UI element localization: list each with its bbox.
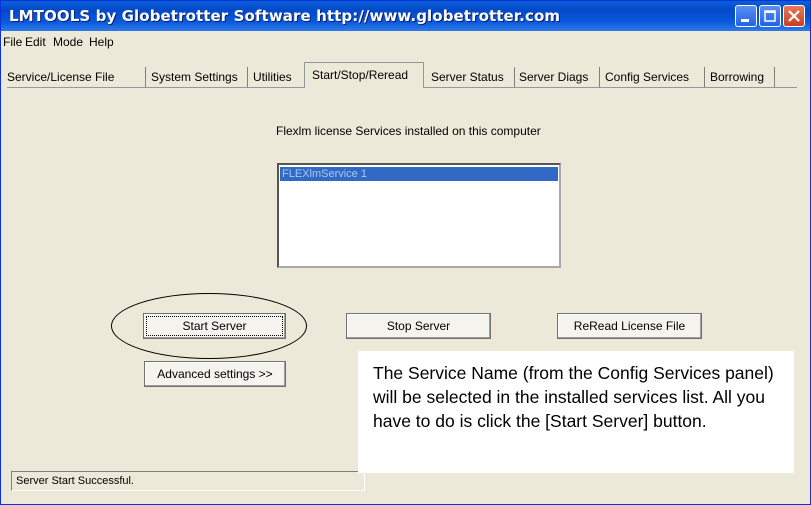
tab-utilities[interactable]: Utilities xyxy=(253,67,292,87)
service-list-item[interactable]: FLEXlmService 1 xyxy=(280,167,558,181)
title-bar[interactable]: LMTOOLS by Globetrotter Software http://… xyxy=(1,1,810,31)
services-heading: Flexlm license Services installed on thi… xyxy=(276,124,541,138)
advanced-settings-button[interactable]: Advanced settings >> xyxy=(144,361,286,387)
maximize-button[interactable] xyxy=(759,5,781,27)
tab-start-stop-reread[interactable]: Start/Stop/Reread xyxy=(304,62,424,88)
tab-borrowing[interactable]: Borrowing xyxy=(710,67,764,87)
menu-help[interactable]: Help xyxy=(89,35,114,49)
tab-server-diags[interactable]: Server Diags xyxy=(519,67,588,87)
menu-bar: File Edit Mode Help xyxy=(1,32,810,52)
reread-license-label: ReRead License File xyxy=(573,319,686,333)
tab-service-license-file[interactable]: Service/License File xyxy=(7,67,114,87)
close-icon xyxy=(788,10,800,22)
tab-start-stop-reread-label: Start/Stop/Reread xyxy=(312,68,409,82)
menu-edit[interactable]: Edit xyxy=(25,35,46,49)
start-server-label: Start Server xyxy=(182,319,247,333)
tab-system-settings[interactable]: System Settings xyxy=(151,67,238,87)
start-server-button[interactable]: Start Server xyxy=(143,313,286,339)
services-listbox[interactable]: FLEXlmService 1 xyxy=(277,163,561,268)
callout-text: The Service Name (from the Config Servic… xyxy=(373,363,774,431)
status-bar: Server Start Successful. xyxy=(11,471,365,491)
maximize-icon xyxy=(764,10,776,22)
menu-file[interactable]: File xyxy=(3,35,22,49)
tab-config-services[interactable]: Config Services xyxy=(605,67,689,87)
reread-license-button[interactable]: ReRead License File xyxy=(557,313,702,339)
window-title: LMTOOLS by Globetrotter Software http://… xyxy=(9,7,561,25)
menu-mode[interactable]: Mode xyxy=(53,35,83,49)
status-text: Server Start Successful. xyxy=(16,475,134,487)
stop-server-label: Stop Server xyxy=(386,319,451,333)
minimize-icon xyxy=(741,19,749,22)
close-button[interactable] xyxy=(783,5,805,27)
tab-server-status[interactable]: Server Status xyxy=(431,67,504,87)
lmtools-window: LMTOOLS by Globetrotter Software http://… xyxy=(0,0,811,505)
minimize-button[interactable] xyxy=(735,5,757,27)
stop-server-button[interactable]: Stop Server xyxy=(346,313,491,339)
advanced-settings-label: Advanced settings >> xyxy=(157,367,273,381)
callout-box: The Service Name (from the Config Servic… xyxy=(358,351,794,473)
